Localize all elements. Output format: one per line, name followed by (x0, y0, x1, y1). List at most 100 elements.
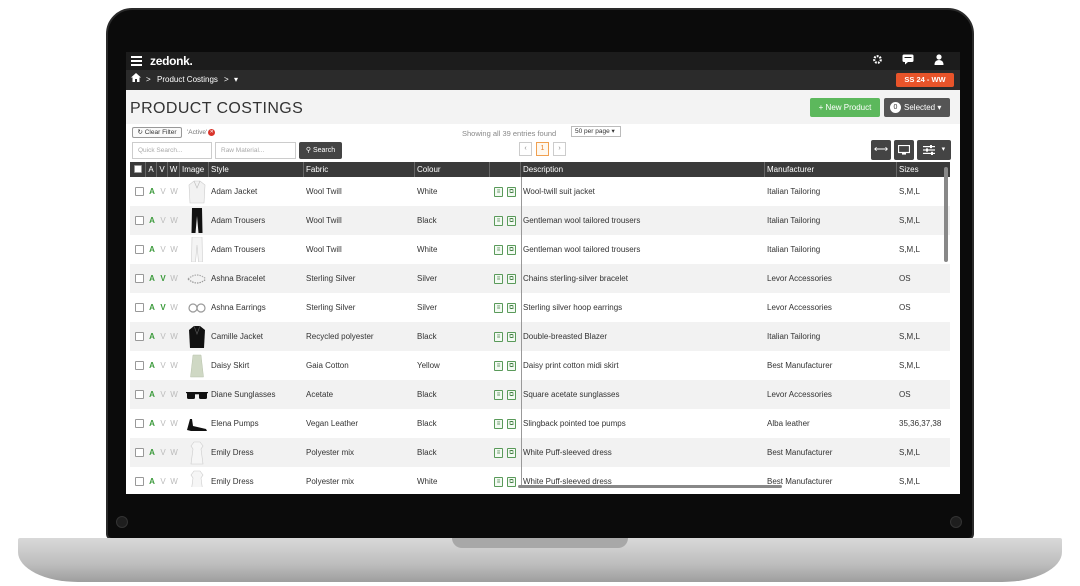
hamburger-menu-icon[interactable] (131, 56, 142, 66)
product-thumbnail[interactable] (186, 266, 208, 291)
cell-style[interactable]: Ashna Bracelet (211, 264, 303, 293)
copy-icon[interactable]: ⧉ (507, 390, 516, 400)
product-thumbnail[interactable] (186, 440, 208, 465)
table-row[interactable]: A V W Ashna Bracelet Sterling Silver Silver ≡ ⧉… (130, 264, 950, 293)
per-page-select[interactable]: 50 per page ▾ (571, 126, 621, 137)
product-thumbnail[interactable] (186, 353, 208, 378)
copy-icon[interactable]: ⧉ (507, 448, 516, 458)
horizontal-scrollbar[interactable] (518, 485, 782, 488)
flag-v[interactable]: V (159, 467, 167, 487)
table-row[interactable]: A V W Adam Jacket Wool Twill White ≡ ⧉ Wool-twil… (130, 177, 950, 206)
row-checkbox[interactable] (135, 361, 144, 370)
flag-a[interactable]: A (148, 438, 156, 467)
row-checkbox[interactable] (135, 245, 144, 254)
row-checkbox[interactable] (135, 332, 144, 341)
column-settings-button[interactable]: ▾ (917, 140, 951, 160)
flag-a[interactable]: A (148, 293, 156, 322)
flag-a[interactable]: A (148, 380, 156, 409)
raw-material-input[interactable]: Raw Material... (215, 142, 296, 159)
vertical-scrollbar[interactable] (944, 167, 948, 262)
flag-w[interactable]: W (170, 177, 178, 206)
cell-style[interactable]: Camille Jacket (211, 322, 303, 351)
flag-w[interactable]: W (170, 206, 178, 235)
copy-icon[interactable]: ⧉ (507, 187, 516, 197)
header-fabric[interactable]: Fabric (304, 162, 415, 177)
flag-v[interactable]: V (159, 235, 167, 264)
flag-w[interactable]: W (170, 351, 178, 380)
flag-w[interactable]: W (170, 293, 178, 322)
flag-w[interactable]: W (170, 438, 178, 467)
table-row[interactable]: A V W Daisy Skirt Gaia Cotton Yellow ≡ ⧉ Daisy p… (130, 351, 950, 380)
flag-w[interactable]: W (170, 409, 178, 438)
row-checkbox[interactable] (135, 448, 144, 457)
gear-icon[interactable] (872, 54, 883, 68)
notes-icon[interactable]: ≡ (494, 216, 503, 226)
cell-style[interactable]: Elena Pumps (211, 409, 303, 438)
flag-w[interactable]: W (170, 467, 178, 487)
flag-a[interactable]: A (148, 206, 156, 235)
header-style[interactable]: Style (209, 162, 304, 177)
flag-a[interactable]: A (148, 322, 156, 351)
breadcrumb-dropdown-icon[interactable]: ▾ (234, 75, 238, 84)
copy-icon[interactable]: ⧉ (507, 216, 516, 226)
notes-icon[interactable]: ≡ (494, 419, 503, 429)
table-row[interactable]: A V W Diane Sunglasses Acetate Black ≡ ⧉ Square … (130, 380, 950, 409)
product-thumbnail[interactable] (186, 179, 208, 204)
cell-style[interactable]: Adam Trousers (211, 206, 303, 235)
flag-a[interactable]: A (148, 177, 156, 206)
clear-filter-button[interactable]: ↻ Clear Filter (132, 127, 182, 138)
flag-v[interactable]: V (159, 351, 167, 380)
product-thumbnail[interactable] (186, 208, 208, 233)
pager-next-button[interactable]: › (553, 142, 566, 156)
home-icon[interactable] (131, 73, 141, 85)
flag-w[interactable]: W (170, 235, 178, 264)
header-a[interactable]: A (146, 162, 157, 177)
remove-filter-icon[interactable]: ✕ (208, 129, 216, 136)
copy-icon[interactable]: ⧉ (507, 361, 516, 371)
copy-icon[interactable]: ⧉ (507, 477, 516, 487)
header-manufacturer[interactable]: Manufacturer (765, 162, 897, 177)
table-row[interactable]: A V W Emily Dress Polyester mix Black ≡ ⧉ White … (130, 438, 950, 467)
flag-w[interactable]: W (170, 322, 178, 351)
flag-v[interactable]: V (159, 322, 167, 351)
copy-icon[interactable]: ⧉ (507, 303, 516, 313)
flag-v[interactable]: V (159, 409, 167, 438)
notes-icon[interactable]: ≡ (494, 303, 503, 313)
product-thumbnail[interactable] (186, 237, 208, 262)
flag-a[interactable]: A (148, 467, 156, 487)
notes-icon[interactable]: ≡ (494, 274, 503, 284)
notes-icon[interactable]: ≡ (494, 390, 503, 400)
flag-v[interactable]: V (159, 380, 167, 409)
row-checkbox[interactable] (135, 477, 144, 486)
flag-a[interactable]: A (148, 235, 156, 264)
row-checkbox[interactable] (135, 419, 144, 428)
flag-a[interactable]: A (148, 409, 156, 438)
table-row[interactable]: A V W Emily Dress Polyester mix White ≡ ⧉ White … (130, 467, 950, 487)
table-row[interactable]: A V W Adam Trousers Wool Twill White ≡ ⧉ Gentlem… (130, 235, 950, 264)
display-button[interactable] (894, 140, 914, 160)
row-checkbox[interactable] (135, 274, 144, 283)
search-button[interactable]: ⚲ Search (299, 142, 342, 159)
flag-v[interactable]: V (159, 264, 167, 293)
product-thumbnail[interactable] (186, 382, 208, 407)
row-checkbox[interactable] (135, 216, 144, 225)
pager-prev-button[interactable]: ‹ (519, 142, 532, 156)
flag-a[interactable]: A (148, 351, 156, 380)
product-thumbnail[interactable] (186, 324, 208, 349)
flag-v[interactable]: V (159, 177, 167, 206)
cell-style[interactable]: Adam Jacket (211, 177, 303, 206)
copy-icon[interactable]: ⧉ (507, 419, 516, 429)
header-image[interactable]: Image (180, 162, 209, 177)
flag-a[interactable]: A (148, 264, 156, 293)
notes-icon[interactable]: ≡ (494, 477, 503, 487)
flag-w[interactable]: W (170, 380, 178, 409)
cell-style[interactable]: Ashna Earrings (211, 293, 303, 322)
user-icon[interactable] (934, 54, 944, 68)
table-row[interactable]: A V W Ashna Earrings Sterling Silver Silver ≡ ⧉… (130, 293, 950, 322)
row-checkbox[interactable] (135, 187, 144, 196)
header-description[interactable]: Description (521, 162, 765, 177)
product-thumbnail[interactable] (186, 295, 208, 320)
copy-icon[interactable]: ⧉ (507, 332, 516, 342)
table-row[interactable]: A V W Adam Trousers Wool Twill Black ≡ ⧉ Gentlem… (130, 206, 950, 235)
header-w[interactable]: W (168, 162, 180, 177)
